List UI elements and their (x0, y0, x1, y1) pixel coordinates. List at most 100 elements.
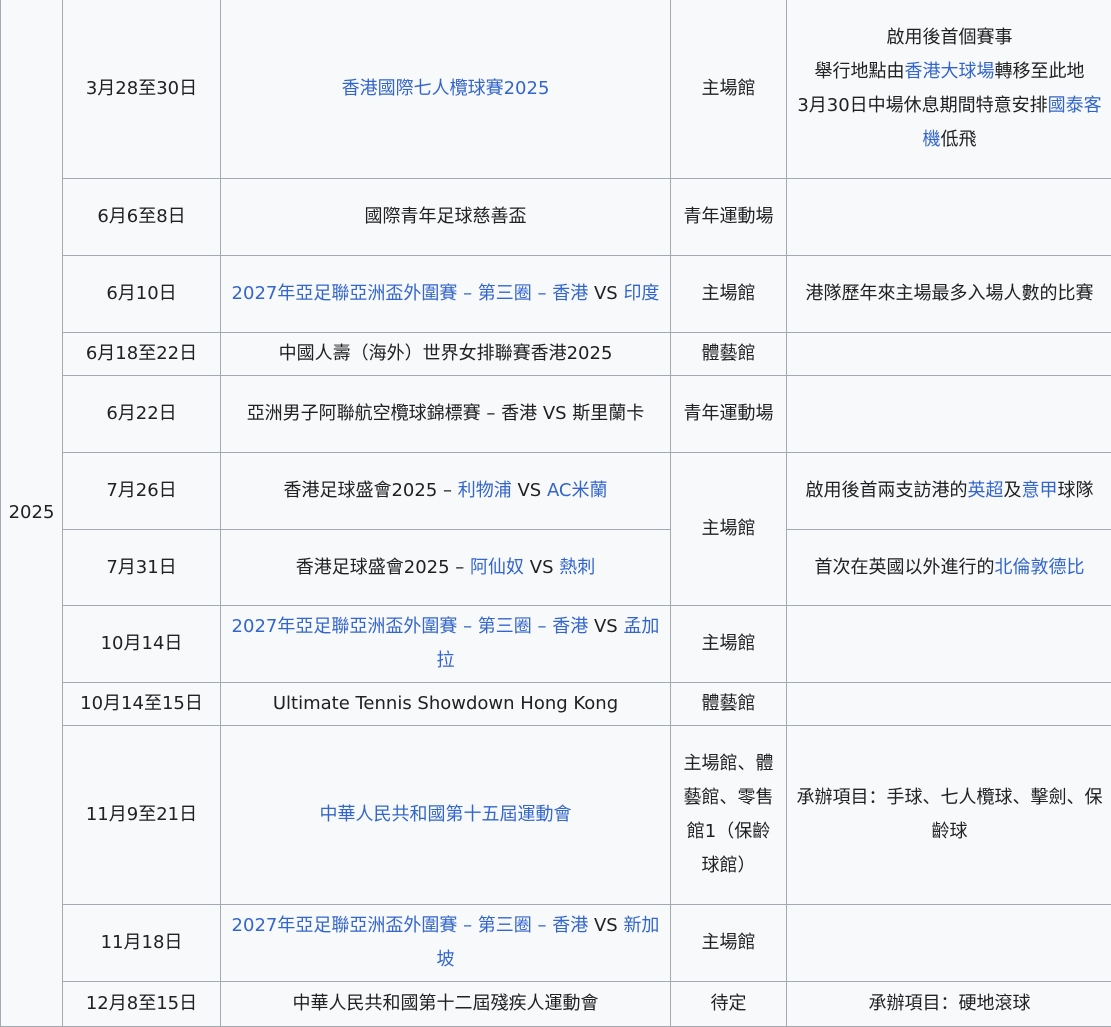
venue-label: 體藝館 (702, 693, 756, 714)
wiki-link[interactable]: 熱刺 (559, 557, 595, 578)
cell-text: VS (524, 557, 559, 578)
cell-text: 及 (1004, 480, 1022, 501)
event-date: 6月18至22日 (86, 343, 197, 364)
table-row: 6月10日 2027年亞足聯亞洲盃外圍賽 – 第三圈 – 香港 VS 印度 主場… (1, 256, 1111, 333)
wiki-link[interactable]: 利物浦 (458, 480, 512, 501)
cell-text: 球隊 (1058, 480, 1094, 501)
venue-label: 主場館 (702, 633, 756, 654)
cell-text: 啟用後首兩支訪港的 (806, 480, 968, 501)
table-row: 10月14日 2027年亞足聯亞洲盃外圍賽 – 第三圈 – 香港 VS 孟加拉 … (1, 606, 1111, 683)
notes-cell: 港隊歷年來主場最多入場人數的比賽 (787, 256, 1111, 333)
wiki-link[interactable]: 阿仙奴 (470, 557, 524, 578)
date-cell: 10月14日 (63, 606, 221, 683)
cell-text: 亞洲男子阿聯航空欖球錦標賽 – 香港 VS 斯里蘭卡 (247, 403, 645, 424)
notes-cell: 承辦項目：手球、七人欖球、擊劍、保齡球 (787, 726, 1111, 905)
date-cell: 11月9至21日 (63, 726, 221, 905)
event-cell: 2027年亞足聯亞洲盃外圍賽 – 第三圈 – 香港 VS 新加坡 (221, 905, 671, 982)
cell-text: VS (588, 915, 623, 936)
event-cell: 香港足球盛會2025 – 阿仙奴 VS 熱刺 (221, 530, 671, 606)
date-cell: 7月31日 (63, 530, 221, 606)
wiki-link[interactable]: 英超 (968, 480, 1004, 501)
table-row: 12月8至15日 中華人民共和國第十二屆殘疾人運動會 待定 承辦項目：硬地滾球 (1, 982, 1111, 1027)
cell-text: Ultimate Tennis Showdown Hong Kong (273, 693, 618, 714)
venue-label: 主場館 (702, 78, 756, 99)
venue-cell: 主場館 (671, 0, 787, 179)
venue-cell: 主場館 (671, 905, 787, 982)
venue-label: 主場館、體藝館、零售館1（保齡球館） (684, 753, 774, 876)
cell-text: VS (588, 283, 623, 304)
venue-label: 主場館 (702, 932, 756, 953)
date-cell: 10月14至15日 (63, 683, 221, 726)
wiki-link[interactable]: 2027年亞足聯亞洲盃外圍賽 – 第三圈 – 香港 (232, 283, 589, 304)
table-row: 2025 3月28至30日 香港國際七人欖球賽2025 主場館 啟用後首個賽事舉… (1, 0, 1111, 179)
wiki-link[interactable]: 中華人民共和國第十五屆運動會 (320, 804, 572, 825)
event-cell: 香港足球盛會2025 – 利物浦 VS AC米蘭 (221, 453, 671, 530)
event-cell: 中國人壽（海外）世界女排聯賽香港2025 (221, 333, 671, 376)
event-cell: Ultimate Tennis Showdown Hong Kong (221, 683, 671, 726)
wiki-link[interactable]: 意甲 (1022, 480, 1058, 501)
venue-cell: 青年運動場 (671, 179, 787, 256)
table-row: 7月31日 香港足球盛會2025 – 阿仙奴 VS 熱刺 首次在英國以外進行的北… (1, 530, 1111, 606)
table-row: 10月14至15日 Ultimate Tennis Showdown Hong … (1, 683, 1111, 726)
notes-cell (787, 683, 1111, 726)
notes-cell: 承辦項目：硬地滾球 (787, 982, 1111, 1027)
cell-text: 轉移至此地 (995, 61, 1085, 82)
venue-cell: 青年運動場 (671, 376, 787, 453)
venue-cell: 主場館 (671, 453, 787, 606)
wiki-link[interactable]: 2027年亞足聯亞洲盃外圍賽 – 第三圈 – 香港 (232, 616, 589, 637)
table-row: 6月18至22日 中國人壽（海外）世界女排聯賽香港2025 體藝館 (1, 333, 1111, 376)
events-table: 2025 3月28至30日 香港國際七人欖球賽2025 主場館 啟用後首個賽事舉… (0, 0, 1111, 1027)
venue-label: 主場館 (702, 518, 756, 539)
cell-text: 舉行地點由 (815, 61, 905, 82)
notes-cell (787, 606, 1111, 683)
wiki-link[interactable]: AC米蘭 (547, 480, 608, 501)
year-label: 2025 (9, 502, 55, 523)
cell-text: 香港足球盛會2025 – (296, 557, 470, 578)
notes-cell (787, 333, 1111, 376)
event-date: 10月14日 (101, 633, 183, 654)
venue-label: 待定 (711, 993, 747, 1014)
table-row: 7月26日 香港足球盛會2025 – 利物浦 VS AC米蘭 主場館 啟用後首兩… (1, 453, 1111, 530)
notes-cell: 啟用後首個賽事舉行地點由香港大球場轉移至此地3月30日中場休息期間特意安排國泰客… (787, 0, 1111, 179)
event-date: 12月8至15日 (86, 993, 197, 1014)
event-cell: 亞洲男子阿聯航空欖球錦標賽 – 香港 VS 斯里蘭卡 (221, 376, 671, 453)
notes-cell: 啟用後首兩支訪港的英超及意甲球隊 (787, 453, 1111, 530)
venue-cell: 主場館 (671, 256, 787, 333)
venue-cell: 主場館、體藝館、零售館1（保齡球館） (671, 726, 787, 905)
cell-text: 啟用後首個賽事 (887, 27, 1013, 48)
wiki-link[interactable]: 2027年亞足聯亞洲盃外圍賽 – 第三圈 – 香港 (232, 915, 589, 936)
event-date: 6月22日 (106, 403, 176, 424)
event-cell: 中華人民共和國第十五屆運動會 (221, 726, 671, 905)
event-date: 11月9至21日 (86, 804, 197, 825)
cell-text: 承辦項目：硬地滾球 (869, 993, 1031, 1014)
date-cell: 7月26日 (63, 453, 221, 530)
date-cell: 6月22日 (63, 376, 221, 453)
date-cell: 6月6至8日 (63, 179, 221, 256)
event-cell: 中華人民共和國第十二屆殘疾人運動會 (221, 982, 671, 1027)
wiki-link[interactable]: 香港國際七人欖球賽2025 (342, 78, 550, 99)
cell-text: 香港足球盛會2025 – (283, 480, 457, 501)
cell-text: 首次在英國以外進行的 (815, 557, 995, 578)
date-cell: 6月18至22日 (63, 333, 221, 376)
event-date: 7月31日 (106, 557, 176, 578)
event-date: 7月26日 (106, 480, 176, 501)
notes-cell (787, 376, 1111, 453)
cell-text: 國際青年足球慈善盃 (365, 206, 527, 227)
event-cell: 2027年亞足聯亞洲盃外圍賽 – 第三圈 – 香港 VS 孟加拉 (221, 606, 671, 683)
event-cell: 國際青年足球慈善盃 (221, 179, 671, 256)
event-date: 6月10日 (106, 283, 176, 304)
cell-text: 3月30日中場休息期間特意安排 (797, 95, 1047, 116)
event-cell: 2027年亞足聯亞洲盃外圍賽 – 第三圈 – 香港 VS 印度 (221, 256, 671, 333)
notes-cell (787, 179, 1111, 256)
date-cell: 6月10日 (63, 256, 221, 333)
cell-text: VS (512, 480, 547, 501)
wiki-link[interactable]: 北倫敦德比 (995, 557, 1085, 578)
wiki-link[interactable]: 香港大球場 (905, 61, 995, 82)
venue-cell: 主場館 (671, 606, 787, 683)
cell-text: 港隊歷年來主場最多入場人數的比賽 (806, 283, 1094, 304)
wiki-link[interactable]: 印度 (623, 283, 659, 304)
table-row: 6月6至8日 國際青年足球慈善盃 青年運動場 (1, 179, 1111, 256)
venue-label: 體藝館 (702, 343, 756, 364)
venue-cell: 體藝館 (671, 333, 787, 376)
cell-text: 中國人壽（海外）世界女排聯賽香港2025 (279, 343, 613, 364)
